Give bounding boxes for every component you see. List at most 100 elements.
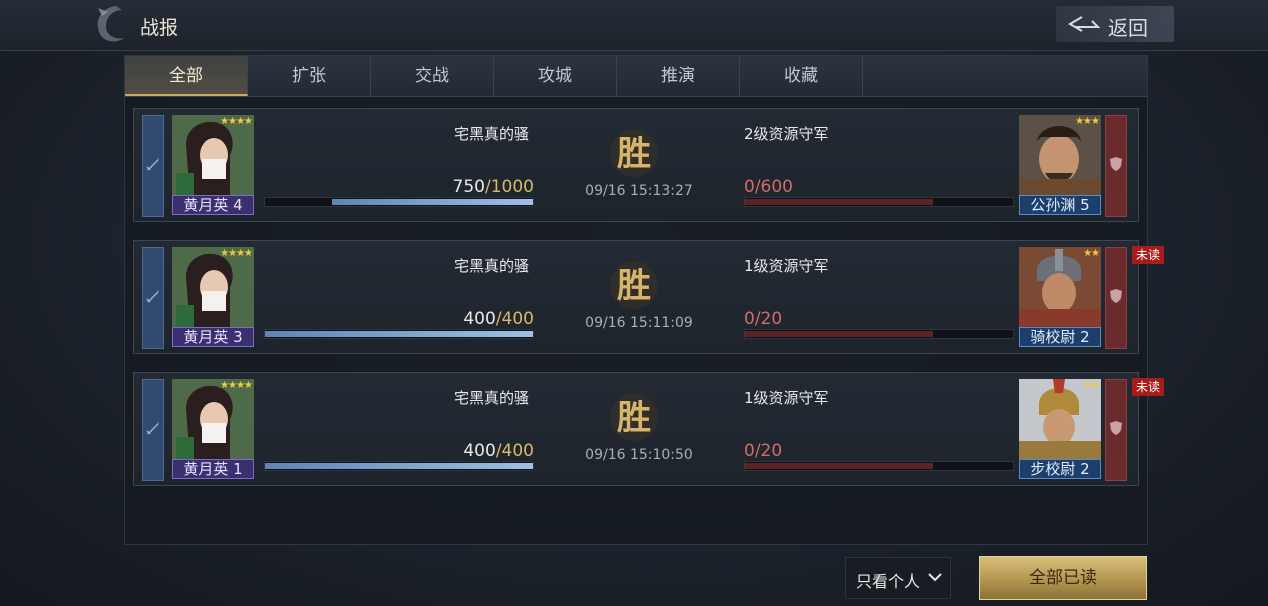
tab-all[interactable]: 全部 bbox=[125, 56, 248, 96]
troops-max: /400 bbox=[495, 309, 534, 329]
defender-troops: 0/20 bbox=[744, 441, 783, 461]
star-rating: ★★ bbox=[1083, 380, 1100, 391]
back-label: 返回 bbox=[1108, 16, 1148, 40]
troops-current: 400 bbox=[463, 309, 496, 329]
battle-time: 09/16 15:13:27 bbox=[585, 183, 693, 199]
star-rating: ★★ bbox=[1083, 248, 1100, 259]
defender-troops: 0/600 bbox=[744, 177, 793, 197]
battle-report-row[interactable]: ★★★★ 黄月英 1 宅黑真的骚 400/400 胜 09/16 15:10:5… bbox=[133, 372, 1139, 486]
hero-name: 公孙渊 bbox=[1030, 196, 1076, 214]
defender-hero-card[interactable]: ★★★ 公孙渊 5 bbox=[1019, 115, 1101, 215]
defense-type-tab[interactable] bbox=[1105, 115, 1127, 217]
defender-name: 2级资源守军 bbox=[744, 125, 829, 143]
hero-portrait-icon bbox=[1019, 247, 1101, 329]
hero-name-plate: 黄月英 1 bbox=[172, 459, 254, 479]
svg-text:胜: 胜 bbox=[617, 398, 651, 438]
tab-siege[interactable]: 攻城 bbox=[494, 56, 617, 96]
back-button[interactable]: 返回 bbox=[1056, 6, 1174, 42]
report-panel: 全部 扩张 交战 攻城 推演 收藏 ★★★★ 黄月英 4 宅黑真的骚 750/1… bbox=[124, 55, 1148, 545]
shield-icon bbox=[1110, 421, 1122, 435]
attacker-troop-fill bbox=[332, 199, 533, 205]
defender-troop-fill bbox=[745, 463, 933, 469]
hero-portrait-icon bbox=[172, 247, 254, 329]
defender-name: 1级资源守军 bbox=[744, 257, 829, 275]
hero-level: 2 bbox=[1080, 460, 1090, 478]
troops-current: 750 bbox=[452, 177, 485, 197]
defender-hero-card[interactable]: ★★ 步校尉 2 bbox=[1019, 379, 1101, 479]
hero-level: 3 bbox=[233, 328, 243, 346]
tab-expand[interactable]: 扩张 bbox=[248, 56, 371, 96]
hero-name-plate: 公孙渊 5 bbox=[1019, 195, 1101, 215]
victory-seal-icon: 胜 bbox=[610, 393, 658, 441]
unread-badge: 未读 bbox=[1132, 246, 1164, 264]
battle-report-row[interactable]: ★★★★ 黄月英 3 宅黑真的骚 400/400 胜 09/16 15:11:0… bbox=[133, 240, 1139, 354]
defender-troop-bar bbox=[744, 461, 1014, 471]
back-arrow-icon bbox=[1068, 16, 1100, 32]
top-bar: 战报 返回 bbox=[0, 0, 1268, 51]
attacker-name: 宅黑真的骚 bbox=[454, 389, 530, 407]
hero-name-plate: 黄月英 3 bbox=[172, 327, 254, 347]
personal-filter-dropdown[interactable]: 只看个人 bbox=[845, 557, 951, 599]
battle-time: 09/16 15:11:09 bbox=[585, 315, 693, 331]
defense-type-tab[interactable] bbox=[1105, 247, 1127, 349]
attacker-troops: 400/400 bbox=[434, 309, 534, 329]
svg-text:胜: 胜 bbox=[617, 266, 651, 306]
troops-max: /400 bbox=[495, 441, 534, 461]
hero-portrait-icon bbox=[172, 115, 254, 197]
defender-troop-bar bbox=[744, 329, 1014, 339]
sword-icon bbox=[146, 422, 159, 435]
unread-badge: 未读 bbox=[1132, 378, 1164, 396]
hero-level: 4 bbox=[233, 196, 243, 214]
tab-favorites[interactable]: 收藏 bbox=[740, 56, 863, 96]
hero-portrait-icon bbox=[1019, 115, 1101, 197]
tab-simulation[interactable]: 推演 bbox=[617, 56, 740, 96]
mark-all-read-button[interactable]: 全部已读 bbox=[979, 556, 1147, 600]
star-rating: ★★★★ bbox=[220, 380, 253, 391]
troops-max: /1000 bbox=[485, 177, 534, 197]
battle-time: 09/16 15:10:50 bbox=[585, 447, 693, 463]
shield-icon bbox=[1110, 157, 1122, 171]
hero-name-plate: 步校尉 2 bbox=[1019, 459, 1101, 479]
attacker-troop-bar bbox=[264, 329, 534, 339]
hero-portrait-icon bbox=[1019, 379, 1101, 461]
attacker-troop-fill bbox=[265, 331, 533, 337]
attack-type-tab[interactable] bbox=[142, 247, 164, 349]
battle-report-row[interactable]: ★★★★ 黄月英 4 宅黑真的骚 750/1000 胜 09/16 15:13:… bbox=[133, 108, 1139, 222]
attacker-troop-bar bbox=[264, 461, 534, 471]
defender-name: 1级资源守军 bbox=[744, 389, 829, 407]
sword-icon bbox=[146, 158, 159, 171]
filter-label: 只看个人 bbox=[856, 572, 921, 591]
tab-battle[interactable]: 交战 bbox=[371, 56, 494, 96]
attacker-troops: 750/1000 bbox=[434, 177, 534, 197]
defender-hero-card[interactable]: ★★ 骑校尉 2 bbox=[1019, 247, 1101, 347]
defender-troop-fill bbox=[745, 331, 933, 337]
attack-type-tab[interactable] bbox=[142, 115, 164, 217]
attacker-name: 宅黑真的骚 bbox=[454, 257, 530, 275]
defense-type-tab[interactable] bbox=[1105, 379, 1127, 481]
page-title: 战报 bbox=[140, 17, 179, 39]
hero-name-plate: 黄月英 4 bbox=[172, 195, 254, 215]
hero-level: 1 bbox=[233, 460, 243, 478]
attacker-hero-card[interactable]: ★★★★ 黄月英 4 bbox=[172, 115, 254, 215]
defender-troop-fill bbox=[745, 199, 933, 205]
dragon-emblem-icon bbox=[97, 6, 124, 42]
attacker-troop-bar bbox=[264, 197, 534, 207]
chevron-down-icon bbox=[928, 573, 942, 582]
hero-name: 黄月英 bbox=[183, 196, 229, 214]
svg-text:胜: 胜 bbox=[617, 134, 651, 174]
defender-troops: 0/20 bbox=[744, 309, 783, 329]
victory-seal-icon: 胜 bbox=[610, 129, 658, 177]
defender-troop-bar bbox=[744, 197, 1014, 207]
victory-seal-icon: 胜 bbox=[610, 261, 658, 309]
hero-name: 骑校尉 bbox=[1030, 328, 1076, 346]
attack-type-tab[interactable] bbox=[142, 379, 164, 481]
sword-icon bbox=[146, 290, 159, 303]
attacker-hero-card[interactable]: ★★★★ 黄月英 3 bbox=[172, 247, 254, 347]
star-rating: ★★★ bbox=[1075, 116, 1100, 127]
shield-icon bbox=[1110, 289, 1122, 303]
star-rating: ★★★★ bbox=[220, 116, 253, 127]
star-rating: ★★★★ bbox=[220, 248, 253, 259]
hero-portrait-icon bbox=[172, 379, 254, 461]
attacker-hero-card[interactable]: ★★★★ 黄月英 1 bbox=[172, 379, 254, 479]
troops-current: 400 bbox=[463, 441, 496, 461]
